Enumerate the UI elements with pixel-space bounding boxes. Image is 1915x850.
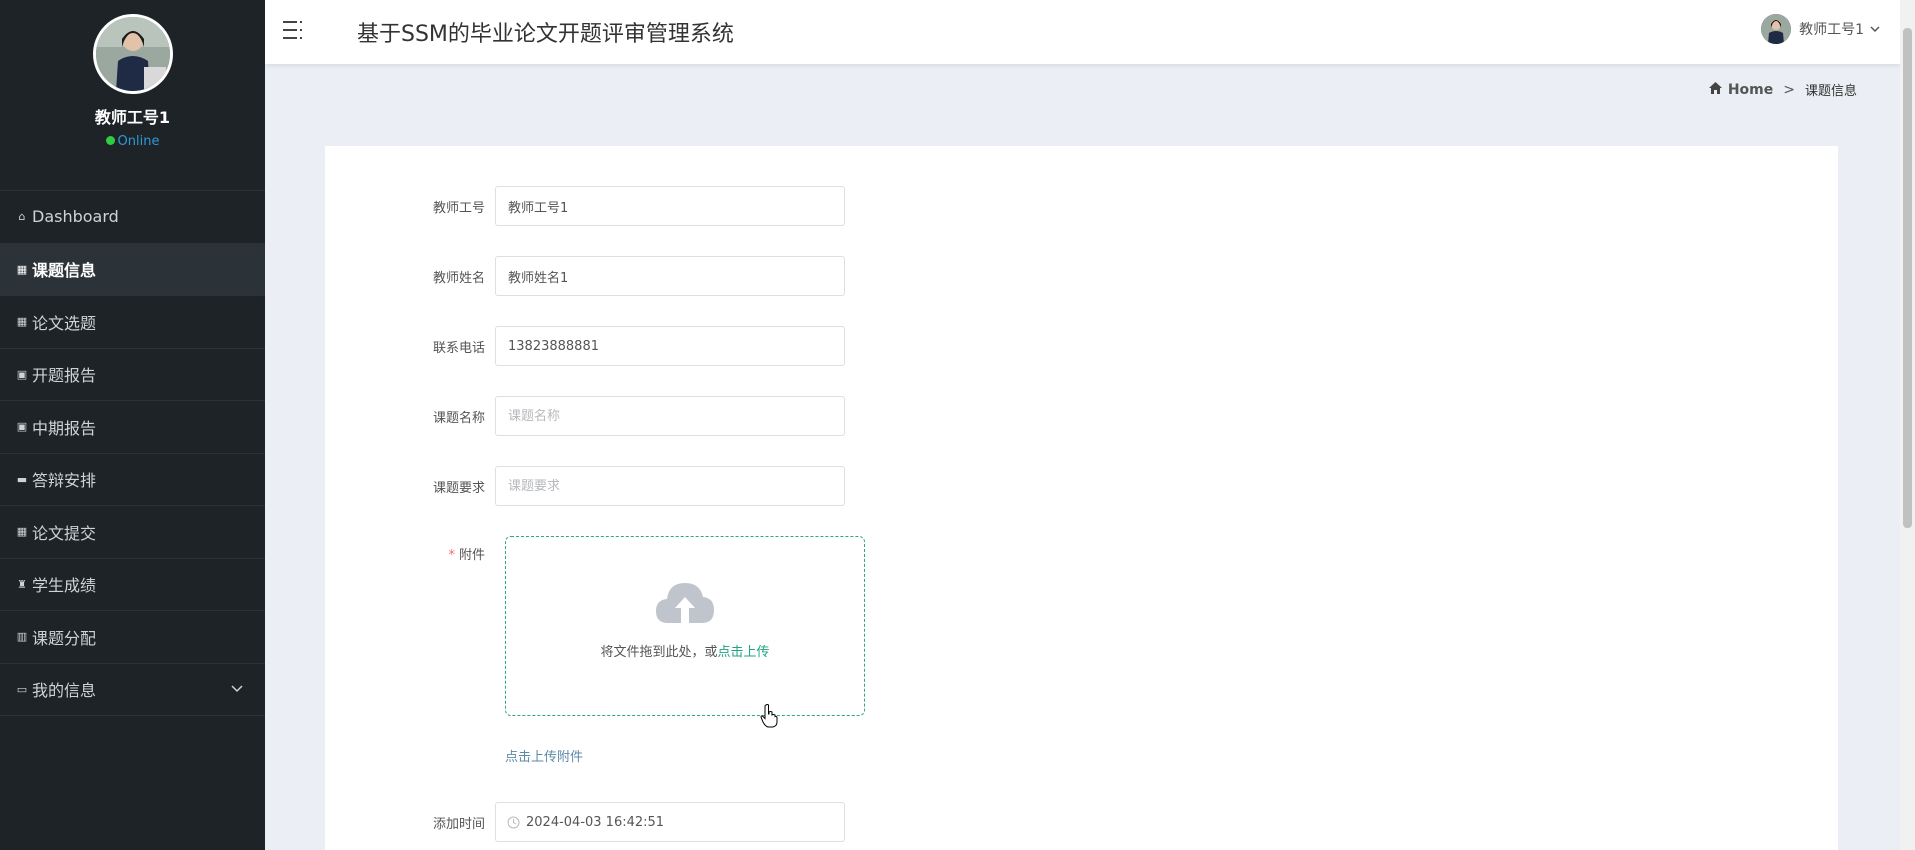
clipboard-icon: ▣ bbox=[16, 420, 28, 434]
online-status-text: Online bbox=[117, 134, 160, 149]
form-row-add-time: 添加时间 bbox=[325, 802, 845, 842]
page-scrollbar[interactable] bbox=[1900, 0, 1915, 850]
sidebar-item-topic-selection[interactable]: ▦ 论文选题 bbox=[0, 296, 265, 349]
sidebar-item-label: 论文选题 bbox=[32, 313, 97, 333]
home-outline-icon: ⌂ bbox=[18, 210, 26, 224]
sidebar-item-thesis-submission[interactable]: ▦ 论文提交 bbox=[0, 506, 265, 559]
header-user-name: 教师工号1 bbox=[1799, 22, 1864, 38]
form-card: 教师工号 教师姓名 联系电话 课题名称 课题要求 *附件 将文件拖到此处，或点击… bbox=[325, 146, 1838, 850]
form-row-phone: 联系电话 bbox=[325, 326, 845, 366]
topic-requirement-label: 课题要求 bbox=[432, 480, 485, 496]
sidebar-item-label: 课题分配 bbox=[32, 628, 97, 648]
click-upload-link[interactable]: 点击上传 bbox=[718, 645, 770, 660]
add-time-picker bbox=[495, 802, 845, 842]
add-time-field[interactable] bbox=[495, 802, 845, 842]
scrollbar-thumb[interactable] bbox=[1903, 28, 1912, 528]
topic-name-label: 课题名称 bbox=[432, 410, 485, 426]
ticket-icon: ▬ bbox=[16, 472, 28, 486]
hand-cursor-icon bbox=[760, 704, 778, 732]
sidebar-user-name: 教师工号1 bbox=[94, 108, 171, 127]
credit-card-icon: ▭ bbox=[16, 682, 28, 696]
form-row-teacher-id: 教师工号 bbox=[325, 186, 845, 226]
trophy-icon: ♜ bbox=[17, 577, 27, 591]
avatar bbox=[1761, 14, 1792, 44]
sidebar-item-midterm-report[interactable]: ▣ 中期报告 bbox=[0, 401, 265, 454]
user-profile: 教师工号1 Online bbox=[0, 0, 265, 190]
attachment-label-text: 附件 bbox=[458, 548, 485, 563]
topic-requirement-field[interactable] bbox=[495, 466, 845, 506]
breadcrumb: Home > 课题信息 bbox=[1708, 80, 1857, 99]
chevron-down-icon bbox=[1870, 23, 1880, 36]
sidebar-item-label: 论文提交 bbox=[32, 523, 97, 543]
grid-icon: ▦ bbox=[16, 262, 28, 276]
grid-icon: ▦ bbox=[16, 315, 28, 329]
cloud-upload-icon bbox=[506, 579, 864, 629]
phone-label: 联系电话 bbox=[432, 340, 485, 356]
upload-attachment-tip[interactable]: 点击上传附件 bbox=[505, 746, 583, 765]
attachment-label: * 附件 bbox=[325, 544, 495, 563]
sidebar-item-label: 我的信息 bbox=[32, 681, 97, 701]
menu-toggle-icon[interactable] bbox=[281, 18, 305, 42]
top-header: 基于SSM的毕业论文开题评审管理系统 教师工号1 bbox=[265, 0, 1900, 64]
upload-dropzone[interactable]: 将文件拖到此处，或点击上传 bbox=[505, 536, 865, 716]
avatar bbox=[92, 14, 173, 94]
form-row-topic-requirement: 课题要求 bbox=[325, 466, 845, 506]
user-dropdown[interactable]: 教师工号1 bbox=[1761, 14, 1880, 44]
teacher-name-field[interactable] bbox=[495, 256, 845, 296]
breadcrumb-home-label: Home bbox=[1727, 81, 1774, 98]
sidebar-item-student-grades[interactable]: ♜ 学生成绩 bbox=[0, 559, 265, 611]
sidebar: 教师工号1 Online ⌂ Dashboard ▦ 课题信息 ▦ 论文选题 ▣… bbox=[0, 0, 265, 850]
sidebar-menu: ⌂ Dashboard ▦ 课题信息 ▦ 论文选题 ▣ 开题报告 ▣ 中期报告 … bbox=[0, 190, 265, 716]
chevron-down-icon bbox=[231, 682, 243, 696]
system-title: 基于SSM的毕业论文开题评审管理系统 bbox=[357, 22, 734, 47]
sidebar-item-dashboard[interactable]: ⌂ Dashboard bbox=[0, 191, 265, 244]
sidebar-item-label: 课题信息 bbox=[32, 261, 97, 281]
sidebar-item-label: 答辩安排 bbox=[32, 471, 97, 491]
clipboard-icon: ▣ bbox=[16, 367, 28, 381]
breadcrumb-current: 课题信息 bbox=[1804, 84, 1857, 99]
sidebar-item-label: 学生成绩 bbox=[32, 576, 97, 596]
upload-instruction: 将文件拖到此处，或点击上传 bbox=[506, 641, 864, 660]
upload-drop-text: 将文件拖到此处，或 bbox=[600, 645, 718, 660]
sidebar-item-my-info[interactable]: ▭ 我的信息 bbox=[0, 664, 265, 716]
add-time-label: 添加时间 bbox=[432, 816, 485, 832]
online-dot-icon bbox=[105, 136, 115, 145]
required-mark: * bbox=[448, 548, 455, 563]
grid-icon: ▦ bbox=[16, 525, 28, 539]
sidebar-item-topic-allocation[interactable]: ▥ 课题分配 bbox=[0, 611, 265, 664]
phone-field[interactable] bbox=[495, 326, 845, 366]
form-row-attachment: * 附件 bbox=[325, 544, 495, 563]
clock-icon bbox=[507, 814, 520, 833]
sidebar-item-topic-info[interactable]: ▦ 课题信息 bbox=[0, 243, 265, 296]
form-row-topic-name: 课题名称 bbox=[325, 396, 845, 436]
teacher-name-label: 教师姓名 bbox=[432, 270, 485, 286]
sidebar-item-defense-schedule[interactable]: ▬ 答辩安排 bbox=[0, 454, 265, 506]
sidebar-item-label: 中期报告 bbox=[32, 418, 97, 438]
breadcrumb-separator: > bbox=[1783, 81, 1795, 98]
teacher-id-field[interactable] bbox=[495, 186, 845, 226]
sidebar-item-label: Dashboard bbox=[32, 207, 119, 227]
online-status: Online bbox=[0, 134, 265, 149]
bar-chart-icon: ▥ bbox=[16, 630, 28, 644]
sidebar-item-label: 开题报告 bbox=[32, 366, 97, 386]
teacher-id-label: 教师工号 bbox=[432, 200, 485, 216]
form-row-teacher-name: 教师姓名 bbox=[325, 256, 845, 296]
breadcrumb-home[interactable]: Home bbox=[1708, 81, 1774, 98]
topic-name-field[interactable] bbox=[495, 396, 845, 436]
sidebar-item-opening-report[interactable]: ▣ 开题报告 bbox=[0, 349, 265, 401]
home-icon bbox=[1708, 81, 1722, 98]
